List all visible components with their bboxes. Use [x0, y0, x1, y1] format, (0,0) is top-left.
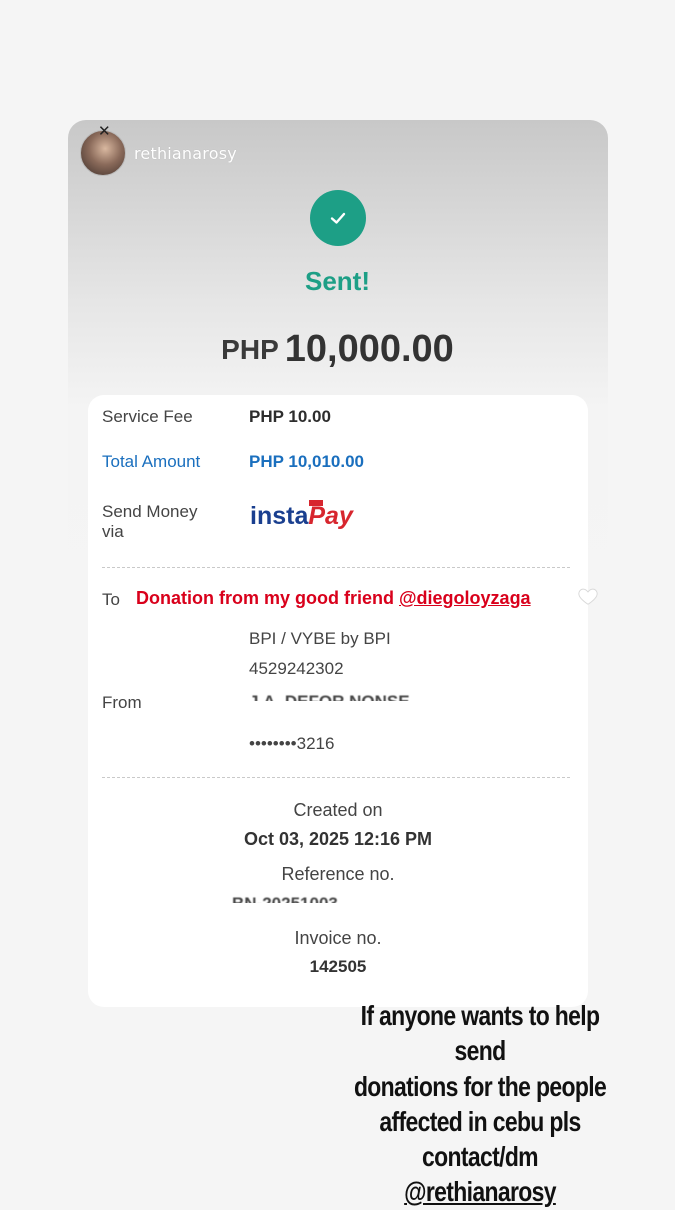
story-username[interactable]: rethianarosy	[134, 144, 237, 163]
story-caption: If anyone wants to help send donations f…	[332, 998, 627, 1210]
white-heart-icon	[578, 588, 598, 605]
created-on-value: Oct 03, 2025 12:16 PM	[243, 829, 433, 849]
service-fee-label: Service Fee	[102, 407, 193, 426]
divider	[102, 777, 570, 778]
reference-label: Reference no.	[281, 864, 395, 884]
account-number: 4529242302	[249, 659, 344, 678]
divider	[102, 567, 570, 568]
checkmark-icon	[330, 212, 346, 224]
from-label: From	[102, 693, 142, 712]
service-fee-value: PHP 10.00	[249, 407, 331, 426]
amount-display: PHP 10,000.00	[0, 328, 675, 371]
bank-name: BPI / VYBE by BPI	[249, 629, 391, 648]
invoice-label: Invoice no.	[294, 928, 382, 948]
donation-note-text: Donation from my good friend	[136, 588, 399, 608]
send-via-label-line2: via	[102, 522, 124, 541]
status-title: Sent!	[305, 266, 370, 296]
amount-currency: PHP	[221, 334, 279, 365]
instapay-logo-insta: insta	[250, 502, 309, 530]
send-via-label-line1: Send Money	[102, 502, 198, 521]
instapay-accent-bar	[309, 500, 323, 506]
invoice-value: 142505	[309, 957, 367, 976]
total-amount-value: PHP 10,010.00	[249, 452, 364, 471]
mention-link[interactable]: @diegoloyzaga	[399, 588, 531, 608]
sender-account-masked: ••••••••3216	[249, 734, 335, 753]
instapay-logo: instaPay	[250, 500, 353, 536]
caption-line: If anyone wants to help send	[360, 1000, 600, 1067]
caption-line: affected in cebu pls contact/dm	[379, 1105, 581, 1173]
donation-note: Donation from my good friend @diegoloyza…	[136, 588, 531, 609]
amount-value: 10,000.00	[284, 328, 454, 370]
caption-handle-link[interactable]: @rethianarosy	[332, 1174, 627, 1209]
send-via-label: Send Money via	[102, 502, 197, 542]
to-label: To	[102, 590, 120, 609]
bow-icon: ✕	[98, 122, 111, 140]
created-on-label: Created on	[293, 800, 383, 820]
caption-line: donations for the people	[353, 1070, 607, 1102]
instapay-logo-pay: Pay	[308, 502, 353, 530]
check-icon	[310, 190, 366, 246]
total-amount-label: Total Amount	[102, 452, 201, 471]
transaction-details-panel	[88, 395, 588, 1007]
